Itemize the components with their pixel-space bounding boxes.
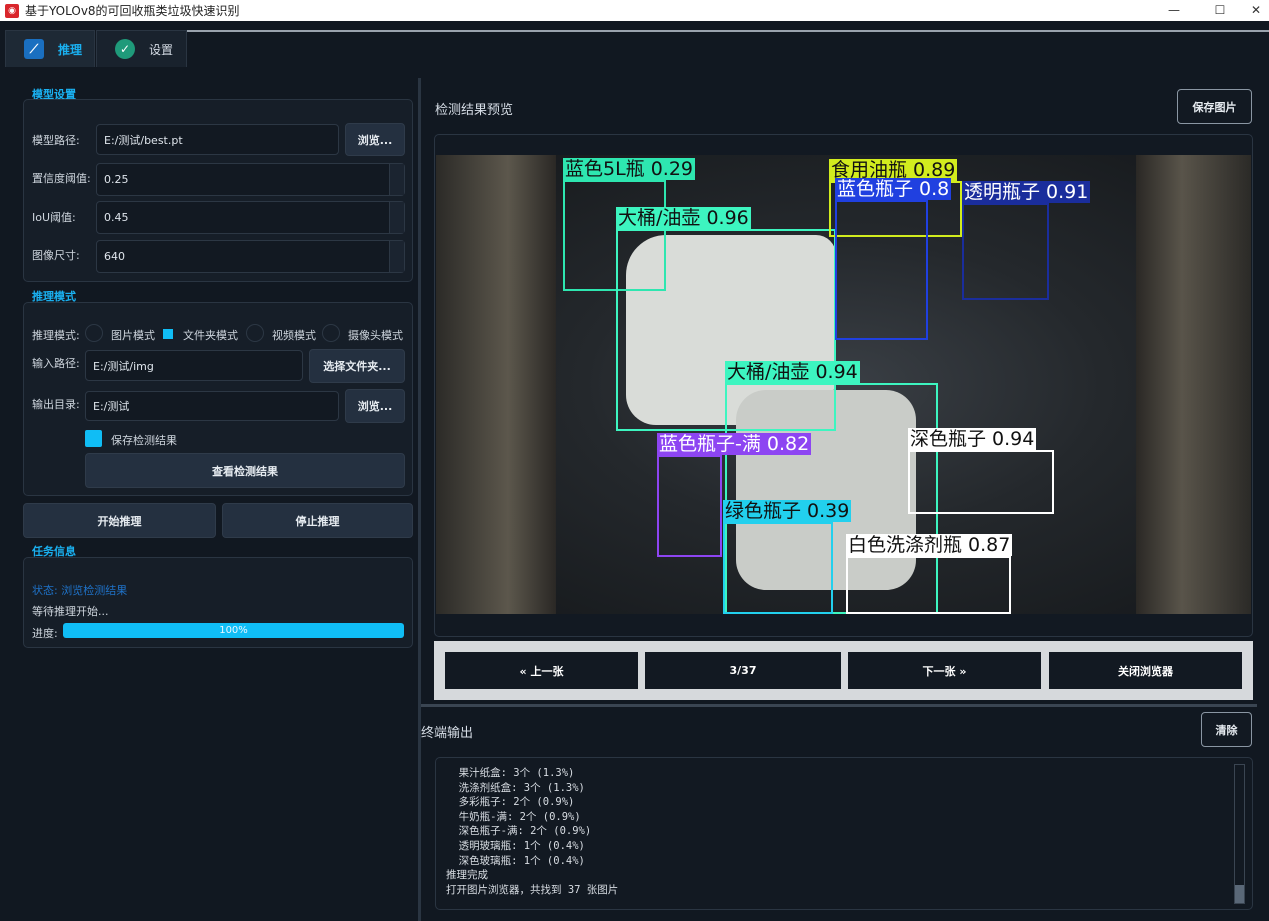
check-circle-icon: ✓ bbox=[115, 39, 135, 59]
detection-box bbox=[723, 522, 833, 614]
output-dir-label: 输出目录: bbox=[32, 398, 80, 411]
terminal-line: 打开图片浏览器，共找到 37 张图片 bbox=[446, 883, 619, 896]
iou-spinbox[interactable]: 0.45 bbox=[96, 201, 405, 234]
conf-spinbox[interactable]: 0.25 bbox=[96, 163, 405, 196]
detection-label: 绿色瓶子 0.39 bbox=[723, 500, 852, 522]
size-value: 640 bbox=[104, 250, 125, 263]
conf-value: 0.25 bbox=[104, 173, 129, 186]
prev-image-button[interactable]: « 上一张 bbox=[445, 652, 638, 689]
select-folder-button[interactable]: 选择文件夹... bbox=[309, 349, 405, 383]
detection-box bbox=[835, 200, 928, 340]
task-message: 等待推理开始... bbox=[32, 605, 109, 618]
splitter[interactable] bbox=[418, 78, 421, 921]
progress-bar: 100% bbox=[63, 623, 404, 638]
scrollbar-thumb[interactable] bbox=[1235, 885, 1244, 903]
output-dir-field[interactable]: E:/测试 bbox=[85, 391, 339, 421]
detection-box bbox=[657, 455, 722, 557]
terminal-line: 透明玻璃瓶: 1个 (0.4%) bbox=[446, 839, 585, 852]
detection-label: 大桶/油壶 0.94 bbox=[725, 361, 860, 383]
detection-image: 蓝色5L瓶 0.29 大桶/油壶 0.96 食用油瓶 0.89 蓝色瓶子 0.8 透明瓶… bbox=[436, 155, 1251, 614]
terminal-line: 多彩瓶子: 2个 (0.9%) bbox=[446, 796, 575, 809]
tab-inference[interactable]: ⟋ 推理 bbox=[5, 30, 95, 67]
app-logo-icon: ◉ bbox=[5, 3, 19, 18]
detection-label: 蓝色瓶子-满 0.82 bbox=[657, 433, 812, 455]
terminal-line: 推理完成 bbox=[446, 869, 488, 882]
tab-settings[interactable]: ✓ 设置 bbox=[96, 30, 187, 67]
tab-label: 设置 bbox=[149, 42, 174, 57]
iou-label: IoU阈值: bbox=[32, 211, 76, 224]
terminal-output[interactable]: 果汁纸盒: 3个 (1.3%) 洗涤剂纸盒: 3个 (1.3%) 多彩瓶子: 2… bbox=[435, 757, 1253, 910]
terminal-line: 深色玻璃瓶: 1个 (0.4%) bbox=[446, 854, 585, 867]
save-results-label: 保存检测结果 bbox=[111, 434, 177, 447]
save-results-checkbox[interactable] bbox=[85, 430, 102, 447]
size-label: 图像尺寸: bbox=[32, 249, 80, 262]
spin-arrows[interactable] bbox=[389, 164, 404, 195]
detection-label: 白色洗涤剂瓶 0.87 bbox=[846, 534, 1013, 556]
radio-label: 图片模式 bbox=[111, 329, 155, 342]
progress-text: 100% bbox=[219, 625, 248, 636]
terminal-title: 终端输出 bbox=[421, 726, 474, 741]
detection-label: 透明瓶子 0.91 bbox=[962, 181, 1091, 203]
detection-label: 蓝色瓶子 0.8 bbox=[835, 178, 952, 200]
window-title: 基于YOLOv8的可回收瓶类垃圾快速识别 bbox=[25, 4, 240, 18]
detection-label: 大桶/油壶 0.96 bbox=[616, 207, 751, 229]
radio-image-mode[interactable] bbox=[85, 324, 103, 342]
image-counter: 3/37 bbox=[645, 652, 841, 689]
clear-button[interactable]: 清除 bbox=[1201, 712, 1252, 747]
close-button[interactable]: ✕ bbox=[1243, 0, 1269, 21]
radio-label: 视频模式 bbox=[272, 329, 316, 342]
input-path-field[interactable]: E:/测试/img bbox=[85, 350, 303, 381]
radio-video-mode[interactable] bbox=[246, 324, 264, 342]
title-bar: ◉ 基于YOLOv8的可回收瓶类垃圾快速识别 — ☐ ✕ bbox=[0, 0, 1269, 21]
radio-folder-mode[interactable] bbox=[163, 329, 173, 339]
radio-camera-mode[interactable] bbox=[322, 324, 340, 342]
iou-value: 0.45 bbox=[104, 211, 129, 224]
detection-label: 蓝色5L瓶 0.29 bbox=[563, 158, 696, 180]
terminal-line: 果汁纸盒: 3个 (1.3%) bbox=[446, 767, 575, 779]
start-inference-button[interactable]: 开始推理 bbox=[23, 503, 216, 538]
radio-label: 文件夹模式 bbox=[183, 329, 238, 342]
maximize-button[interactable]: ☐ bbox=[1197, 0, 1243, 21]
status-text: 状态: 浏览检测结果 bbox=[32, 584, 128, 597]
conveyor-side-left bbox=[436, 155, 556, 614]
tab-bar-line bbox=[185, 30, 1269, 32]
chart-line-icon: ⟋ bbox=[24, 39, 44, 59]
stop-inference-button[interactable]: 停止推理 bbox=[222, 503, 413, 538]
detection-box bbox=[908, 450, 1054, 514]
terminal-line: 深色瓶子-满: 2个 (0.9%) bbox=[446, 825, 592, 838]
spin-arrows[interactable] bbox=[389, 202, 404, 233]
preview-title: 检测结果预览 bbox=[435, 103, 514, 118]
detection-box bbox=[962, 203, 1049, 300]
progress-label: 进度: bbox=[32, 627, 58, 640]
conf-label: 置信度阈值: bbox=[32, 172, 91, 185]
minimize-button[interactable]: — bbox=[1151, 0, 1197, 21]
mode-label: 推理模式: bbox=[32, 329, 80, 342]
terminal-lines: 果汁纸盒: 3个 (1.3%) 洗涤剂纸盒: 3个 (1.3%) 多彩瓶子: 2… bbox=[446, 766, 618, 897]
model-path-input[interactable]: E:/测试/best.pt bbox=[96, 124, 339, 155]
output-browse-button[interactable]: 浏览... bbox=[345, 389, 405, 423]
scrollbar[interactable] bbox=[1234, 764, 1245, 904]
tab-label: 推理 bbox=[58, 42, 83, 57]
radio-label: 摄像头模式 bbox=[348, 329, 403, 342]
terminal-line: 牛奶瓶-满: 2个 (0.9%) bbox=[446, 810, 581, 823]
model-path-label: 模型路径: bbox=[32, 134, 80, 147]
close-browser-button[interactable]: 关闭浏览器 bbox=[1049, 652, 1242, 689]
next-image-button[interactable]: 下一张 » bbox=[848, 652, 1041, 689]
terminal-line: 洗涤剂纸盒: 3个 (1.3%) bbox=[446, 781, 585, 794]
input-path-label: 输入路径: bbox=[32, 357, 80, 370]
detection-box bbox=[846, 556, 1011, 614]
detection-label: 深色瓶子 0.94 bbox=[908, 428, 1037, 450]
conveyor-side-right bbox=[1136, 155, 1251, 614]
model-browse-button[interactable]: 浏览... bbox=[345, 123, 405, 156]
view-results-button[interactable]: 查看检测结果 bbox=[85, 453, 405, 488]
save-image-button[interactable]: 保存图片 bbox=[1177, 89, 1252, 124]
splitter-horizontal[interactable] bbox=[421, 704, 1257, 707]
spin-arrows[interactable] bbox=[389, 241, 404, 272]
size-spinbox[interactable]: 640 bbox=[96, 240, 405, 273]
